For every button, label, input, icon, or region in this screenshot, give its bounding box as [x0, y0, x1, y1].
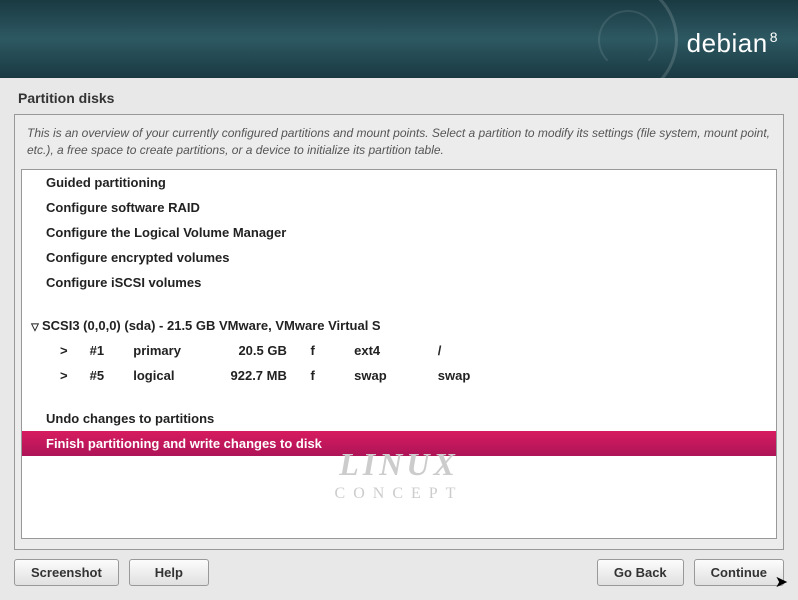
partition-indicator: >: [46, 368, 86, 383]
partition-type: primary: [133, 343, 213, 358]
swirl-decoration-2: [598, 10, 658, 70]
partition-flag: f: [311, 368, 351, 383]
continue-button[interactable]: Continue: [694, 559, 784, 586]
go-back-button[interactable]: Go Back: [597, 559, 684, 586]
partition-row[interactable]: > #5 logical 922.7 MB f swap swap: [22, 363, 776, 388]
partition-flag: f: [311, 343, 351, 358]
screenshot-button[interactable]: Screenshot: [14, 559, 119, 586]
menu-configure-lvm[interactable]: Configure the Logical Volume Manager: [22, 220, 776, 245]
partition-number: #1: [90, 343, 130, 358]
partition-size: 20.5 GB: [217, 343, 307, 358]
partition-type: logical: [133, 368, 213, 383]
description-text: This is an overview of your currently co…: [21, 121, 777, 169]
partition-mount: swap: [438, 368, 498, 383]
partition-filesystem: swap: [354, 368, 434, 383]
brand-logo: debian8: [687, 28, 778, 59]
menu-configure-iscsi[interactable]: Configure iSCSI volumes: [22, 270, 776, 295]
partition-number: #5: [90, 368, 130, 383]
page-title: Partition disks: [0, 78, 798, 114]
help-button[interactable]: Help: [129, 559, 209, 586]
spacer: [22, 388, 776, 406]
expand-triangle-icon: ▽: [28, 322, 42, 333]
disk-entry[interactable]: ▽SCSI3 (0,0,0) (sda) - 21.5 GB VMware, V…: [22, 313, 776, 338]
menu-guided-partitioning[interactable]: Guided partitioning: [22, 170, 776, 195]
partition-mount: /: [438, 343, 498, 358]
installer-header: debian8: [0, 0, 798, 78]
menu-undo-changes[interactable]: Undo changes to partitions: [22, 406, 776, 431]
spacer: [22, 295, 776, 313]
partition-indicator: >: [46, 343, 86, 358]
spacer: [219, 559, 587, 586]
partition-size: 922.7 MB: [217, 368, 307, 383]
menu-configure-raid[interactable]: Configure software RAID: [22, 195, 776, 220]
content-frame: This is an overview of your currently co…: [14, 114, 784, 550]
partition-row[interactable]: > #1 primary 20.5 GB f ext4 /: [22, 338, 776, 363]
menu-finish-partitioning[interactable]: Finish partitioning and write changes to…: [22, 431, 776, 456]
button-bar: Screenshot Help Go Back Continue: [14, 559, 784, 586]
menu-configure-encrypted[interactable]: Configure encrypted volumes: [22, 245, 776, 270]
partition-filesystem: ext4: [354, 343, 434, 358]
partition-listbox[interactable]: Guided partitioning Configure software R…: [21, 169, 777, 539]
